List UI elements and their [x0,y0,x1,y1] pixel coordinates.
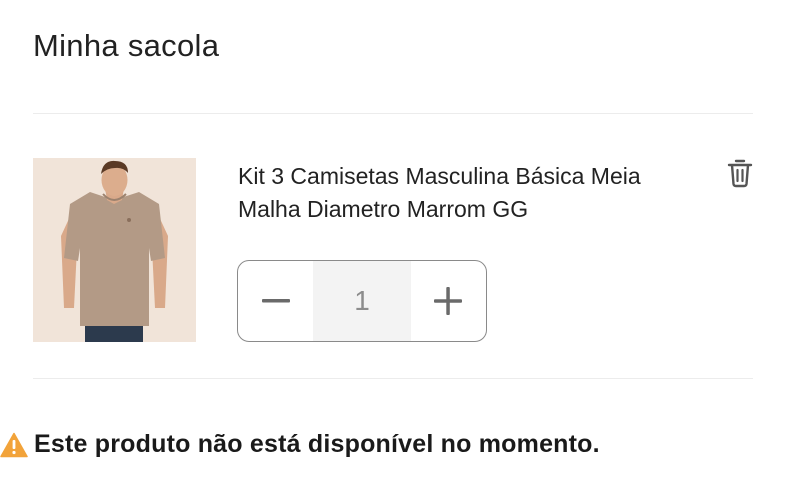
unavailable-warning: Este produto não está disponível no mome… [0,430,600,459]
quantity-stepper: 1 [237,260,487,342]
delete-item-button[interactable] [725,157,755,189]
plus-icon [434,287,463,315]
trash-icon [727,159,753,188]
divider-top [33,113,753,114]
product-image[interactable] [33,158,196,342]
shopping-bag-page: Minha sacola Kit 3 Camisetas Masculina B… [0,0,786,500]
product-photo [33,158,196,342]
increase-quantity-button[interactable] [411,261,486,341]
product-name[interactable]: Kit 3 Camisetas Masculina Básica Meia Ma… [238,160,698,226]
page-title: Minha sacola [33,28,220,63]
quantity-value[interactable]: 1 [313,261,411,341]
minus-icon [261,299,290,303]
warning-icon [0,432,28,457]
decrease-quantity-button[interactable] [238,261,313,341]
divider-bottom [33,378,753,379]
warning-message: Este produto não está disponível no mome… [34,430,600,458]
